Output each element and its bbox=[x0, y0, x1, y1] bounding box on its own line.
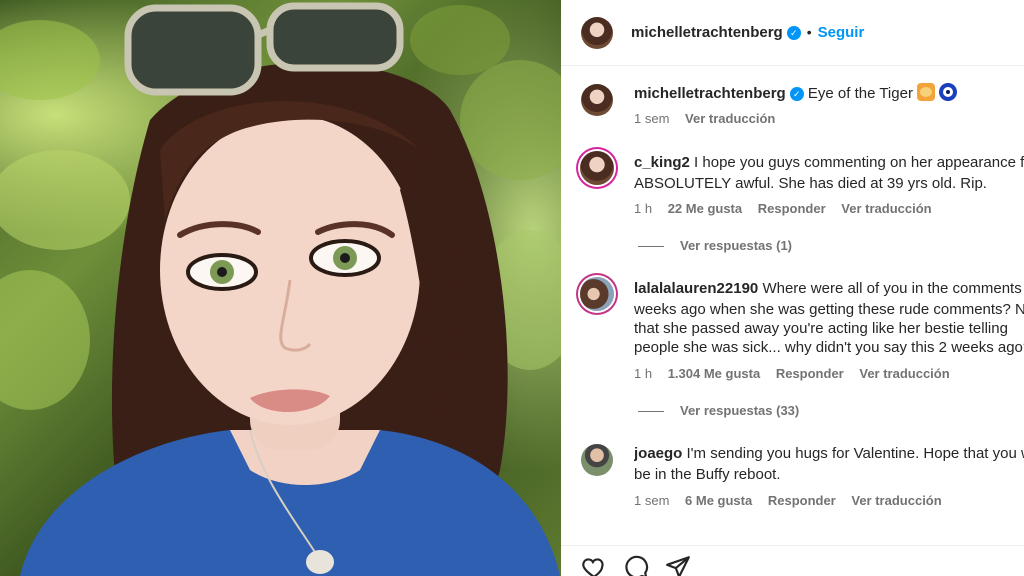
post-side-panel: michelletrachtenberg ✓ • Seguir michelletra… bbox=[561, 0, 1024, 576]
comment-username[interactable]: c_king2 bbox=[634, 154, 690, 171]
author-avatar[interactable] bbox=[581, 84, 613, 116]
comment-text-line: I'm sending you hugs for Valentine. Hope… bbox=[686, 445, 1024, 462]
comment-text-line: weeks ago when she was getting these rud… bbox=[634, 301, 1024, 318]
comment-text-line: people she was sick... why didn't you sa… bbox=[634, 339, 1024, 356]
translate-link[interactable]: Ver traducción bbox=[841, 201, 931, 216]
post-header: michelletrachtenberg ✓ • Seguir bbox=[561, 0, 1024, 66]
comment-likes[interactable]: 1.304 Me gusta bbox=[668, 366, 761, 381]
comment-text-line: Where were all of you in the comments 2 bbox=[762, 280, 1024, 297]
commenter-avatar[interactable] bbox=[581, 444, 613, 476]
comment-username[interactable]: joaego bbox=[634, 445, 682, 462]
tiger-face-icon bbox=[916, 83, 935, 101]
comment-icon[interactable] bbox=[623, 554, 649, 576]
post-photo[interactable] bbox=[0, 0, 561, 576]
reply-button[interactable]: Responder bbox=[776, 366, 844, 381]
view-replies-button[interactable]: Ver respuestas (33) bbox=[638, 403, 799, 418]
comment-text-line: ABSOLUTELY awful. She has died at 39 yrs… bbox=[634, 175, 987, 192]
caption-text: Eye of the Tiger bbox=[807, 85, 913, 102]
comment-age: 1 h bbox=[634, 201, 653, 216]
comment-username[interactable]: lalalalauren22190 bbox=[634, 280, 758, 297]
translate-link[interactable]: Ver traducción bbox=[859, 366, 949, 381]
view-replies-label: Ver respuestas (1) bbox=[680, 238, 793, 253]
heart-icon[interactable] bbox=[581, 554, 607, 576]
caption-age: 1 sem bbox=[634, 111, 670, 126]
caption-username[interactable]: michelletrachtenberg bbox=[634, 85, 786, 102]
comment-age: 1 h bbox=[634, 366, 653, 381]
replies-divider bbox=[638, 411, 664, 413]
view-replies-label: Ver respuestas (33) bbox=[680, 403, 800, 418]
replies-divider bbox=[638, 246, 664, 248]
share-icon[interactable] bbox=[665, 554, 691, 576]
comment-text-line: be in the Buffy reboot. bbox=[634, 466, 781, 483]
comment-age: 1 sem bbox=[634, 493, 670, 508]
commenter-avatar[interactable] bbox=[580, 277, 614, 311]
selfie-image bbox=[0, 2, 561, 576]
reply-button[interactable]: Responder bbox=[758, 201, 826, 216]
comment-likes[interactable]: 6 Me gusta bbox=[685, 493, 752, 508]
verified-badge-icon: ✓ bbox=[786, 26, 801, 40]
caption-translate-link[interactable]: Ver traducción bbox=[685, 111, 775, 126]
comment-likes[interactable]: 22 Me gusta bbox=[668, 201, 742, 216]
separator-dot: • bbox=[806, 24, 812, 40]
author-username[interactable]: michelletrachtenberg bbox=[631, 24, 783, 41]
reply-button[interactable]: Responder bbox=[768, 493, 836, 508]
author-avatar[interactable] bbox=[581, 17, 613, 49]
view-replies-button[interactable]: Ver respuestas (1) bbox=[638, 238, 792, 253]
follow-button[interactable]: Seguir bbox=[818, 24, 865, 41]
commenter-avatar[interactable] bbox=[580, 151, 614, 185]
post-actions-bar bbox=[561, 545, 1024, 576]
verified-badge-icon: ✓ bbox=[789, 87, 804, 101]
comment-text-line: I hope you guys commenting on her appear… bbox=[694, 154, 1024, 171]
comment-text-line: that she passed away you're acting like … bbox=[634, 320, 1008, 337]
nazar-amulet-icon bbox=[938, 83, 957, 101]
translate-link[interactable]: Ver traducción bbox=[851, 493, 941, 508]
